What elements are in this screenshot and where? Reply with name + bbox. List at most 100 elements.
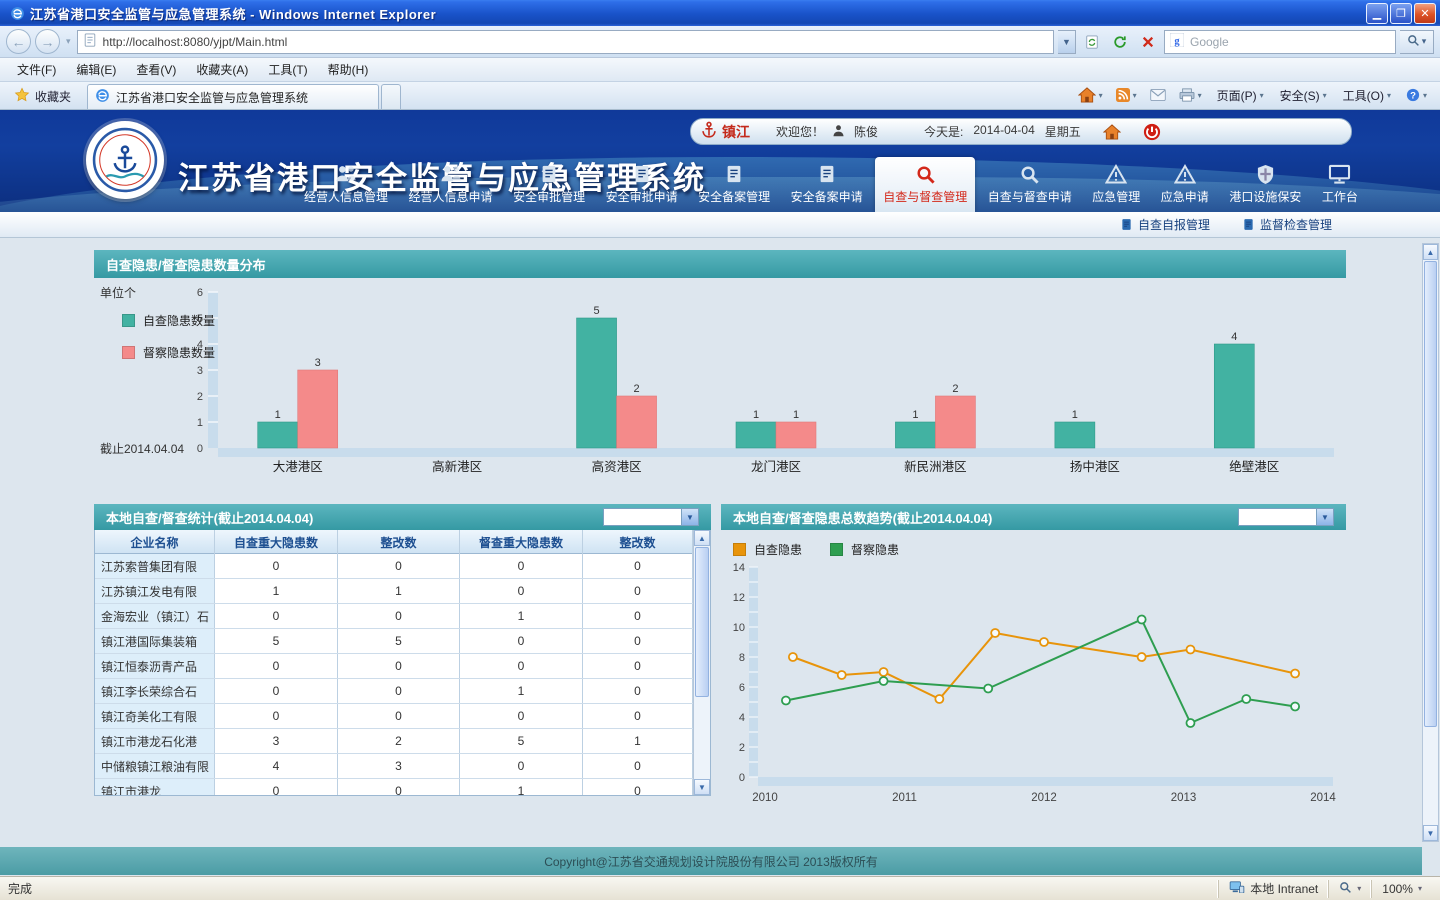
address-field[interactable]: http://localhost:8080/yjpt/Main.html: [77, 30, 1054, 54]
nav-item-10[interactable]: 港口设施保安: [1221, 157, 1309, 212]
site-logo: [86, 121, 164, 199]
value-cell: 0: [583, 629, 693, 653]
minimize-button[interactable]: ▁: [1366, 3, 1388, 24]
nav-item-8[interactable]: 应急管理: [1084, 157, 1148, 212]
table-row[interactable]: 镇江港国际集装箱5500: [95, 629, 693, 654]
nav-item-7[interactable]: 自查与督查申请: [980, 157, 1080, 212]
page-scroll-down-button[interactable]: ▼: [1423, 825, 1438, 841]
nav-item-3[interactable]: 安全审批申请: [598, 157, 686, 212]
value-cell: 1: [583, 729, 693, 753]
zoom-level[interactable]: 100%▾: [1371, 880, 1432, 898]
site-header: 江苏省港口安全监管与应急管理系统 镇江 欢迎您！ 陈俊 今天是: 2014-04…: [0, 110, 1440, 212]
menu-item-0[interactable]: 文件(F): [8, 58, 65, 81]
table-row[interactable]: 江苏索普集团有限0000: [95, 554, 693, 579]
nav-item-6[interactable]: 自查与督查管理: [875, 157, 975, 212]
table-row[interactable]: 镇江市港龙石化港3251: [95, 729, 693, 754]
menu-item-5[interactable]: 帮助(H): [319, 58, 378, 81]
doc-icon: [724, 163, 744, 185]
dropdown-arrow-icon[interactable]: ▼: [681, 509, 698, 525]
main-nav: 经营人信息管理经营人信息申请安全审批管理安全审批申请安全备案管理安全备案申请自查…: [296, 157, 1366, 212]
dropdown-arrow-icon[interactable]: ▼: [1316, 509, 1333, 525]
home-shortcut-icon[interactable]: [1103, 124, 1121, 140]
stats-panel: 本地自查/督查统计(截止2014.04.04) ▼ 企业名称自查重大隐患数整改数…: [94, 504, 711, 805]
nav-item-4[interactable]: 安全备案管理: [690, 157, 778, 212]
svg-text:2013: 2013: [1171, 792, 1197, 804]
read-mail-button[interactable]: [1145, 86, 1171, 106]
trend-filter-dropdown[interactable]: ▼: [1238, 508, 1334, 526]
feeds-button[interactable]: ▾: [1111, 85, 1142, 107]
nav-item-9[interactable]: 应急申请: [1153, 157, 1217, 212]
nav-label: 自查与督查管理: [883, 188, 967, 205]
compatibility-view-button[interactable]: [1080, 30, 1104, 54]
new-tab-button[interactable]: [381, 84, 401, 109]
command-button-2[interactable]: 工具(O) ▾: [1336, 83, 1398, 108]
command-button-0[interactable]: 页面(P) ▾: [1210, 83, 1271, 108]
nav-item-11[interactable]: 工作台: [1314, 157, 1366, 212]
history-dropdown[interactable]: ▾: [64, 36, 73, 47]
forward-button[interactable]: →: [35, 29, 60, 54]
stats-filter-dropdown[interactable]: ▼: [603, 508, 699, 526]
warning-icon: [1174, 163, 1196, 185]
table-scroll-down-button[interactable]: ▼: [694, 779, 710, 795]
window-controls: ▁ ❐ ✕: [1364, 3, 1436, 24]
nav-item-5[interactable]: 安全备案申请: [783, 157, 871, 212]
table-row[interactable]: 金海宏业（镇江）石0010: [95, 604, 693, 629]
tab-favicon: [95, 88, 110, 106]
address-dropdown-button[interactable]: ▼: [1058, 30, 1076, 54]
table-scrollbar[interactable]: ▲ ▼: [693, 530, 710, 795]
value-cell: 0: [460, 629, 583, 653]
menu-item-1[interactable]: 编辑(E): [67, 58, 125, 81]
logout-icon[interactable]: [1143, 123, 1161, 141]
value-cell: 0: [338, 704, 460, 728]
company-name-cell: 中储粮镇江粮油有限: [95, 754, 215, 778]
home-button[interactable]: ▾: [1073, 84, 1108, 108]
bar-chart-panel: 自查隐患/督查隐患数量分布 012345613大港港区高新港区52高资港区11龙…: [94, 250, 1346, 482]
table-row[interactable]: 江苏镇江发电有限1100: [95, 579, 693, 604]
stop-button[interactable]: [1136, 30, 1160, 54]
table-row[interactable]: 镇江恒泰沥青产品0000: [95, 654, 693, 679]
table-row[interactable]: 镇江奇美化工有限0000: [95, 704, 693, 729]
window-titlebar: 江苏省港口安全监管与应急管理系统 - Windows Internet Expl…: [0, 0, 1440, 26]
nav-item-1[interactable]: 经营人信息申请: [401, 157, 501, 212]
menu-item-2[interactable]: 查看(V): [127, 58, 185, 81]
page-scroll-thumb[interactable]: [1424, 261, 1437, 727]
nav-item-2[interactable]: 安全审批管理: [505, 157, 593, 212]
page-tab[interactable]: 江苏省港口安全监管与应急管理系统: [87, 84, 379, 109]
value-cell: 1: [460, 679, 583, 703]
search-box[interactable]: g Google: [1164, 30, 1396, 54]
menu-item-4[interactable]: 工具(T): [259, 58, 316, 81]
stats-panel-header: 本地自查/督查统计(截止2014.04.04) ▼: [94, 504, 711, 530]
zoom-button[interactable]: ▾: [1328, 880, 1371, 898]
value-cell: 0: [583, 654, 693, 678]
table-row[interactable]: 中储粮镇江粮油有限4300: [95, 754, 693, 779]
close-button[interactable]: ✕: [1414, 3, 1436, 24]
table-scroll-up-button[interactable]: ▲: [694, 530, 710, 546]
maximize-button[interactable]: ❐: [1390, 3, 1412, 24]
table-row[interactable]: 镇江市港龙0010: [95, 779, 693, 796]
help-button[interactable]: ?▾: [1401, 85, 1432, 107]
favorites-button[interactable]: 收藏夹: [4, 84, 81, 108]
menu-item-3[interactable]: 收藏夹(A): [187, 58, 257, 81]
url-text: http://localhost:8080/yjpt/Main.html: [103, 35, 288, 49]
company-name-cell: 镇江港国际集装箱: [95, 629, 215, 653]
command-button-1[interactable]: 安全(S) ▾: [1273, 83, 1334, 108]
table-row[interactable]: 镇江李长荣综合石0010: [95, 679, 693, 704]
refresh-button[interactable]: [1108, 30, 1132, 54]
nav-item-0[interactable]: 经营人信息管理: [296, 157, 396, 212]
back-button[interactable]: ←: [6, 29, 31, 54]
legend-swatch-icon: [830, 543, 843, 556]
bar-panel-title: 自查隐患/督查隐患数量分布: [106, 255, 266, 274]
value-cell: 0: [338, 779, 460, 796]
value-cell: 2: [338, 729, 460, 753]
page-scrollbar[interactable]: ▲ ▼: [1422, 243, 1439, 842]
subnav-item-0[interactable]: 自查自报管理: [1120, 216, 1210, 233]
company-name-cell: 江苏镇江发电有限: [95, 579, 215, 603]
subnav-item-1[interactable]: 监督检查管理: [1242, 216, 1332, 233]
search-button[interactable]: ▾: [1400, 30, 1434, 54]
svg-text:2: 2: [739, 742, 745, 754]
print-button[interactable]: ▾: [1174, 85, 1207, 107]
table-scroll-thumb[interactable]: [695, 547, 709, 697]
value-cell: 0: [583, 604, 693, 628]
page-scroll-up-button[interactable]: ▲: [1423, 244, 1438, 260]
stats-table-header: 企业名称自查重大隐患数整改数督查重大隐患数整改数: [95, 530, 693, 554]
